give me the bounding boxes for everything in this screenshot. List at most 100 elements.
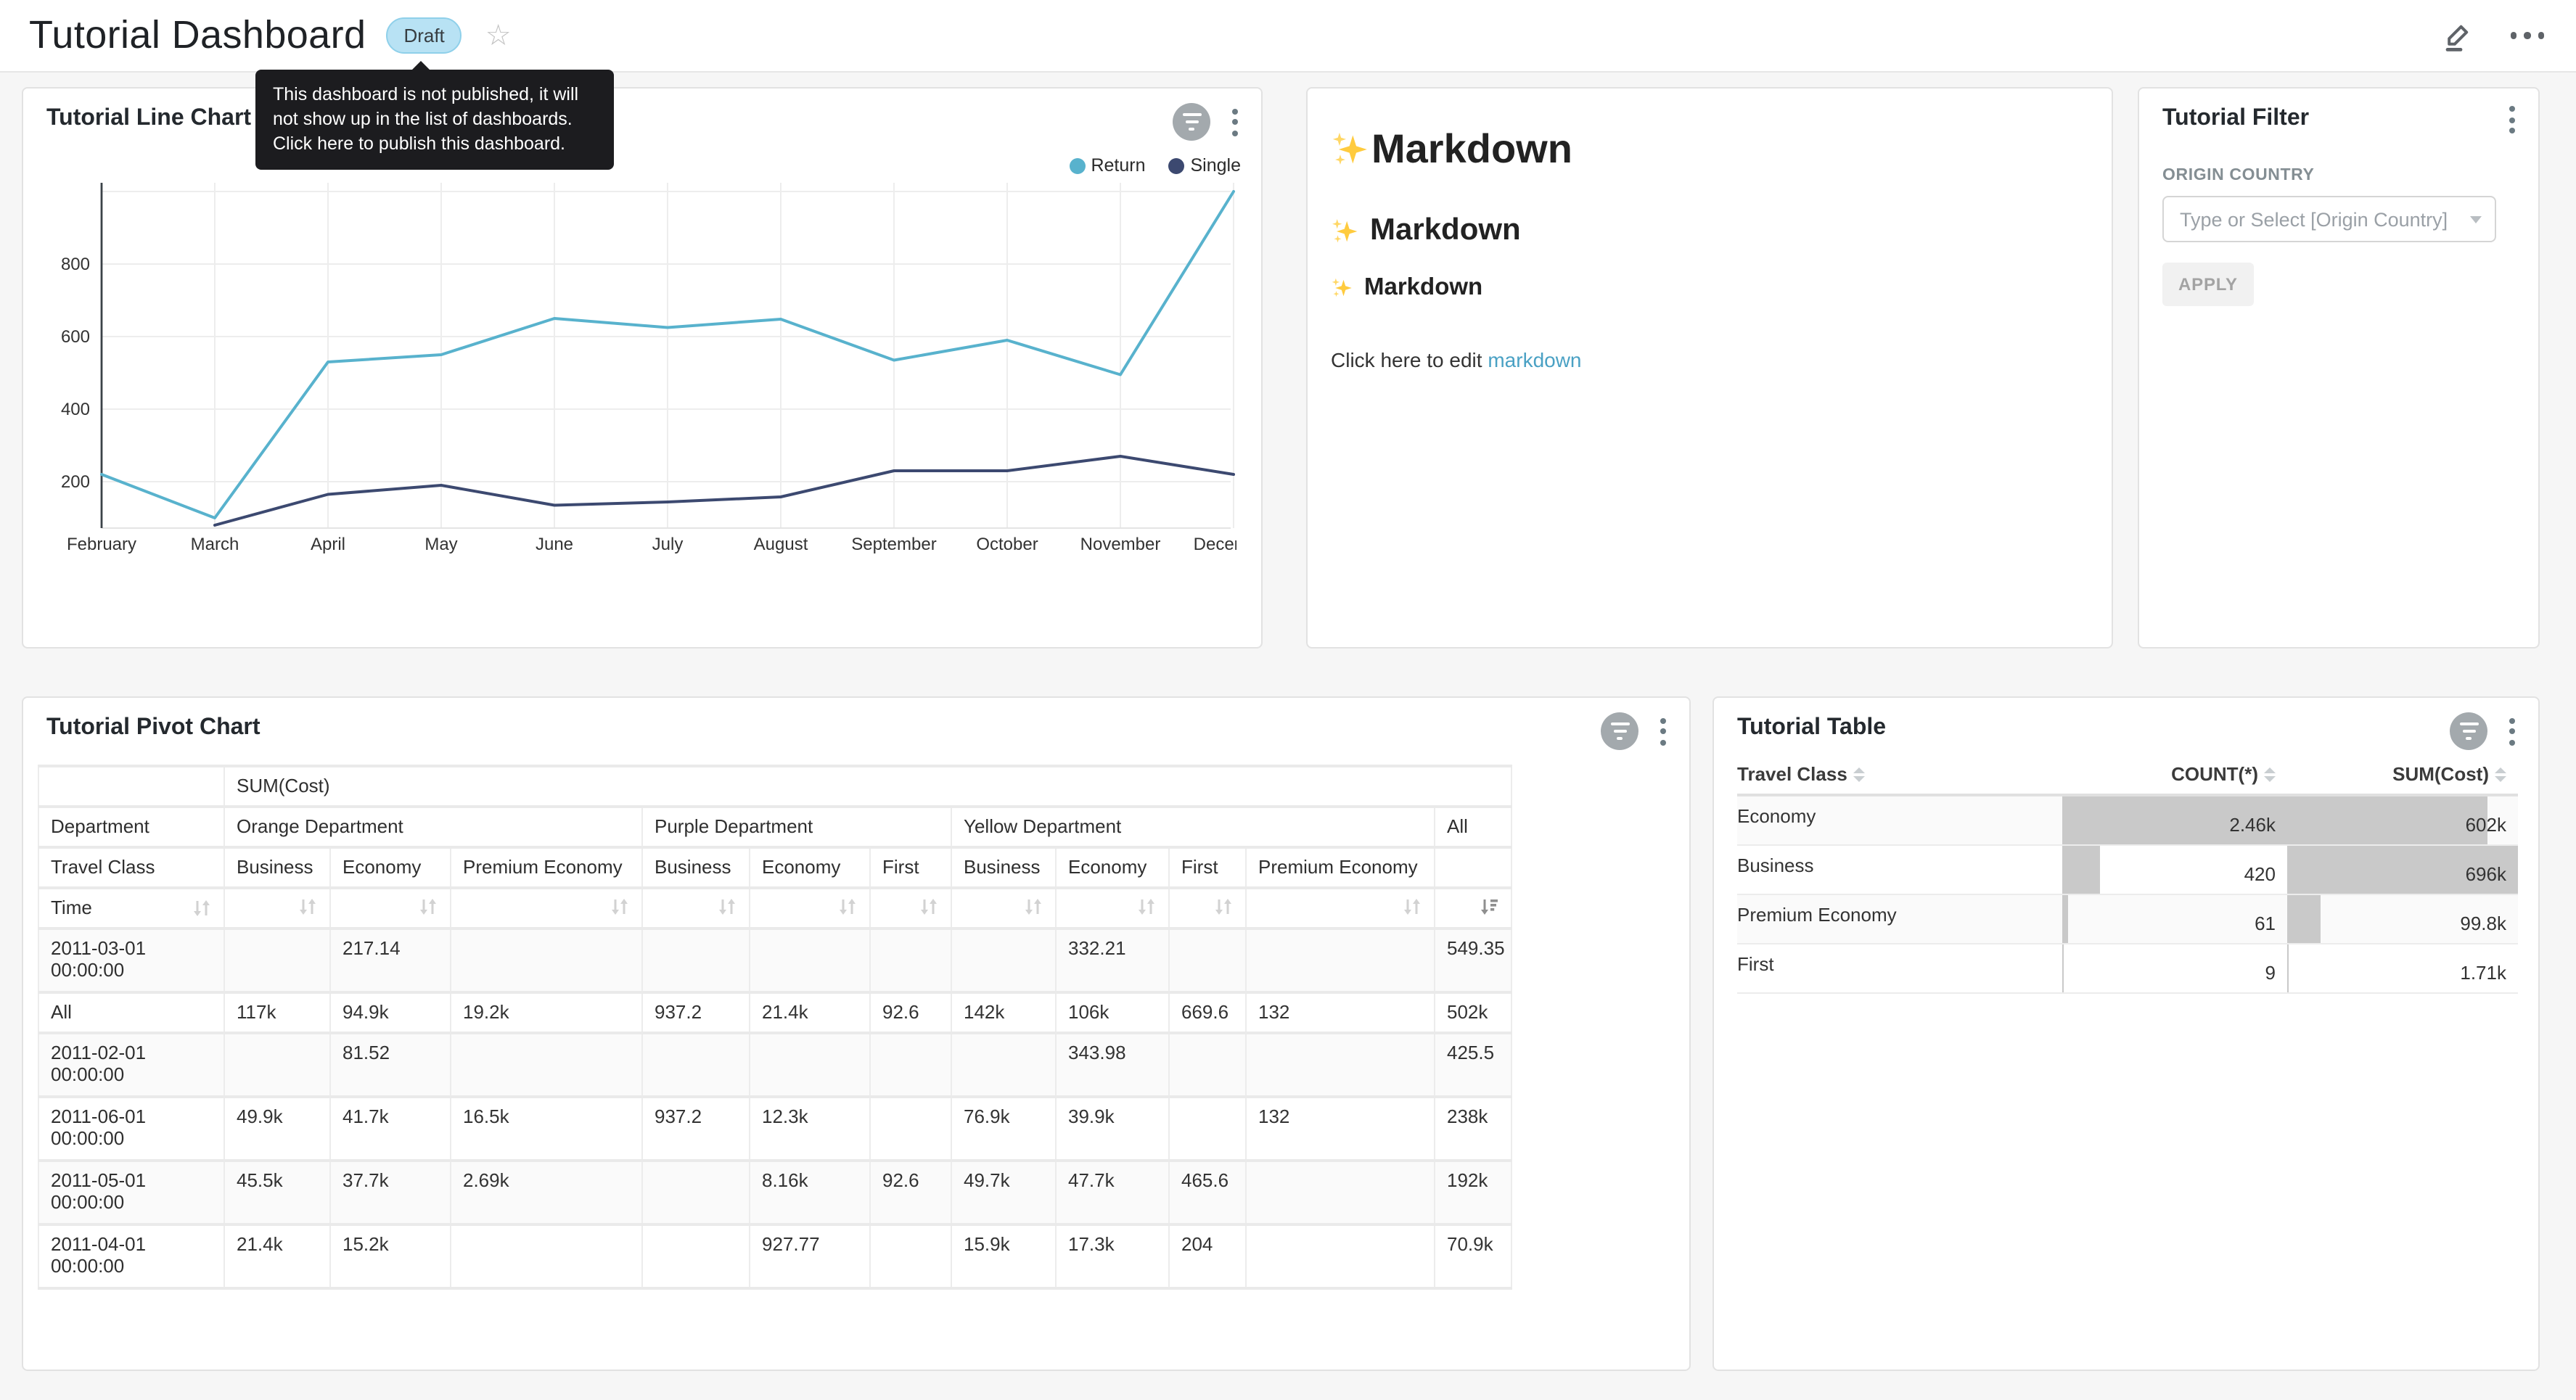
sort-icon[interactable]: [837, 897, 858, 917]
x-axis-label: May: [424, 535, 457, 554]
pivot-cell: 669.6: [1169, 992, 1246, 1033]
pivot-cell: [750, 928, 870, 992]
cell-count: 61: [2062, 894, 2287, 944]
pivot-cell: 49.7k: [951, 1161, 1056, 1224]
unpublished-tooltip: This dashboard is not published, it will…: [255, 70, 614, 170]
dashboard-header: Tutorial Dashboard Draft ☆: [0, 0, 2576, 73]
column-header-sum-cost[interactable]: SUM(Cost): [2287, 753, 2518, 795]
cell-travel-class: First: [1737, 944, 2062, 993]
pivot-cell: [951, 928, 1056, 992]
sort-icon[interactable]: [717, 897, 737, 917]
cell-sum-cost: 99.8k: [2287, 894, 2518, 944]
sort-icon[interactable]: [1023, 897, 1043, 917]
legend-label: Single: [1191, 155, 1242, 176]
pivot-leaf-header: Premium Economy: [451, 847, 642, 888]
pivot-cell: 17.3k: [1056, 1224, 1169, 1288]
kebab-menu-icon[interactable]: [2506, 715, 2518, 748]
pivot-metric-header: SUM(Cost): [224, 766, 1511, 807]
y-axis-label: 800: [61, 255, 90, 274]
filter-count-icon[interactable]: [1601, 712, 1638, 750]
column-header-travel-class[interactable]: Travel Class: [1737, 753, 2062, 795]
pivot-sort-header[interactable]: [642, 888, 750, 928]
sort-icon[interactable]: [1213, 897, 1234, 917]
pivot-cell: [451, 1224, 642, 1288]
pivot-time-header[interactable]: Time: [38, 888, 224, 928]
sort-icon[interactable]: [192, 897, 212, 918]
pivot-sort-header[interactable]: [224, 888, 330, 928]
legend-item-single[interactable]: Single: [1169, 155, 1242, 176]
pivot-sort-header[interactable]: [330, 888, 451, 928]
table-card: Tutorial Table Travel Class COUNT(*) SUM…: [1712, 696, 2540, 1371]
kebab-menu-icon[interactable]: [1229, 105, 1241, 139]
cell-value: 9: [2062, 953, 2287, 984]
pivot-leaf-header: Economy: [330, 847, 451, 888]
edit-markdown-link[interactable]: markdown: [1488, 348, 1581, 371]
edit-pencil-icon[interactable]: [2440, 20, 2472, 52]
cell-travel-class: Premium Economy: [1737, 894, 2062, 944]
filter-card-icons: [2506, 103, 2518, 136]
pivot-table: SUM(Cost)DepartmentOrange DepartmentPurp…: [38, 765, 1512, 1290]
sort-icon[interactable]: [1136, 897, 1157, 917]
filter-card: Tutorial Filter ORIGIN COUNTRY Type or S…: [2138, 87, 2540, 648]
pivot-row: 2011-04-0100:00:0021.4k15.2k927.7715.9k1…: [38, 1224, 1511, 1288]
pivot-sort-header[interactable]: [451, 888, 642, 928]
pivot-sort-header[interactable]: [1246, 888, 1435, 928]
markdown-heading-3: Markdown: [1331, 274, 2088, 302]
sort-icon[interactable]: [1402, 897, 1422, 917]
kebab-menu-icon[interactable]: [2506, 103, 2518, 136]
cell-travel-class: Business: [1737, 845, 2062, 894]
table-card-icons: [2450, 712, 2518, 750]
pivot-leaf-header: First: [870, 847, 951, 888]
pivot-chart-title: Tutorial Pivot Chart: [46, 715, 261, 741]
y-axis-label: 200: [61, 472, 90, 492]
pivot-sort-header[interactable]: [750, 888, 870, 928]
x-axis-label: April: [311, 535, 345, 554]
pivot-cell: 927.77: [750, 1224, 870, 1288]
sort-icon[interactable]: [610, 897, 630, 917]
ellipsis-menu-icon[interactable]: [2510, 33, 2544, 39]
table-row: Economy2.46k602k: [1737, 795, 2518, 845]
pivot-sort-header[interactable]: [1435, 888, 1511, 928]
pivot-cell: 502k: [1435, 992, 1511, 1033]
pivot-cell: 21.4k: [750, 992, 870, 1033]
markdown-content: Markdown Markdown Markdown Click here to…: [1331, 115, 2088, 371]
legend-label: Return: [1091, 155, 1145, 176]
origin-country-select[interactable]: Type or Select [Origin Country]: [2162, 196, 2496, 242]
filter-count-icon[interactable]: [2450, 712, 2487, 750]
pivot-travel-class-label: Travel Class: [38, 847, 224, 888]
pivot-cell: 8.16k: [750, 1161, 870, 1224]
pivot-sort-header[interactable]: [1169, 888, 1246, 928]
pivot-cell: 332.21: [1056, 928, 1169, 992]
favorite-star-icon[interactable]: ☆: [485, 21, 512, 50]
column-header-count[interactable]: COUNT(*): [2062, 753, 2287, 795]
pivot-cell: [1169, 1097, 1246, 1161]
pivot-sort-header[interactable]: [1056, 888, 1169, 928]
apply-button[interactable]: APPLY: [2162, 263, 2254, 306]
pivot-cell: 49.9k: [224, 1097, 330, 1161]
origin-country-label: ORIGIN COUNTRY: [2162, 167, 2314, 184]
legend-item-return[interactable]: Return: [1069, 155, 1145, 176]
pivot-sort-header[interactable]: [870, 888, 951, 928]
pivot-sort-header[interactable]: [951, 888, 1056, 928]
sort-descending-icon[interactable]: [1479, 897, 1499, 917]
sort-icon[interactable]: [919, 897, 939, 917]
draft-status-badge[interactable]: Draft: [386, 17, 462, 54]
sort-icon[interactable]: [418, 897, 438, 917]
pivot-time-label: Time: [51, 897, 92, 918]
sort-icon[interactable]: [298, 897, 318, 917]
pivot-cell: [451, 1033, 642, 1097]
pivot-cell: [642, 928, 750, 992]
y-axis-label: 600: [61, 327, 90, 347]
pivot-row-label: 2011-06-0100:00:00: [38, 1097, 224, 1161]
pivot-cell: 2.69k: [451, 1161, 642, 1224]
pivot-cell: 132: [1246, 1097, 1435, 1161]
legend-dot: [1069, 157, 1085, 173]
pivot-leaf-header: Economy: [750, 847, 870, 888]
legend-dot: [1169, 157, 1185, 173]
filter-count-icon[interactable]: [1173, 103, 1210, 141]
line-chart: 200400600800FebruaryMarchAprilMayJuneJul…: [23, 88, 1236, 647]
pivot-leaf-header: Business: [224, 847, 330, 888]
kebab-menu-icon[interactable]: [1657, 715, 1669, 748]
pivot-cell: 425.5: [1435, 1033, 1511, 1097]
pivot-leaf-header: Premium Economy: [1246, 847, 1435, 888]
